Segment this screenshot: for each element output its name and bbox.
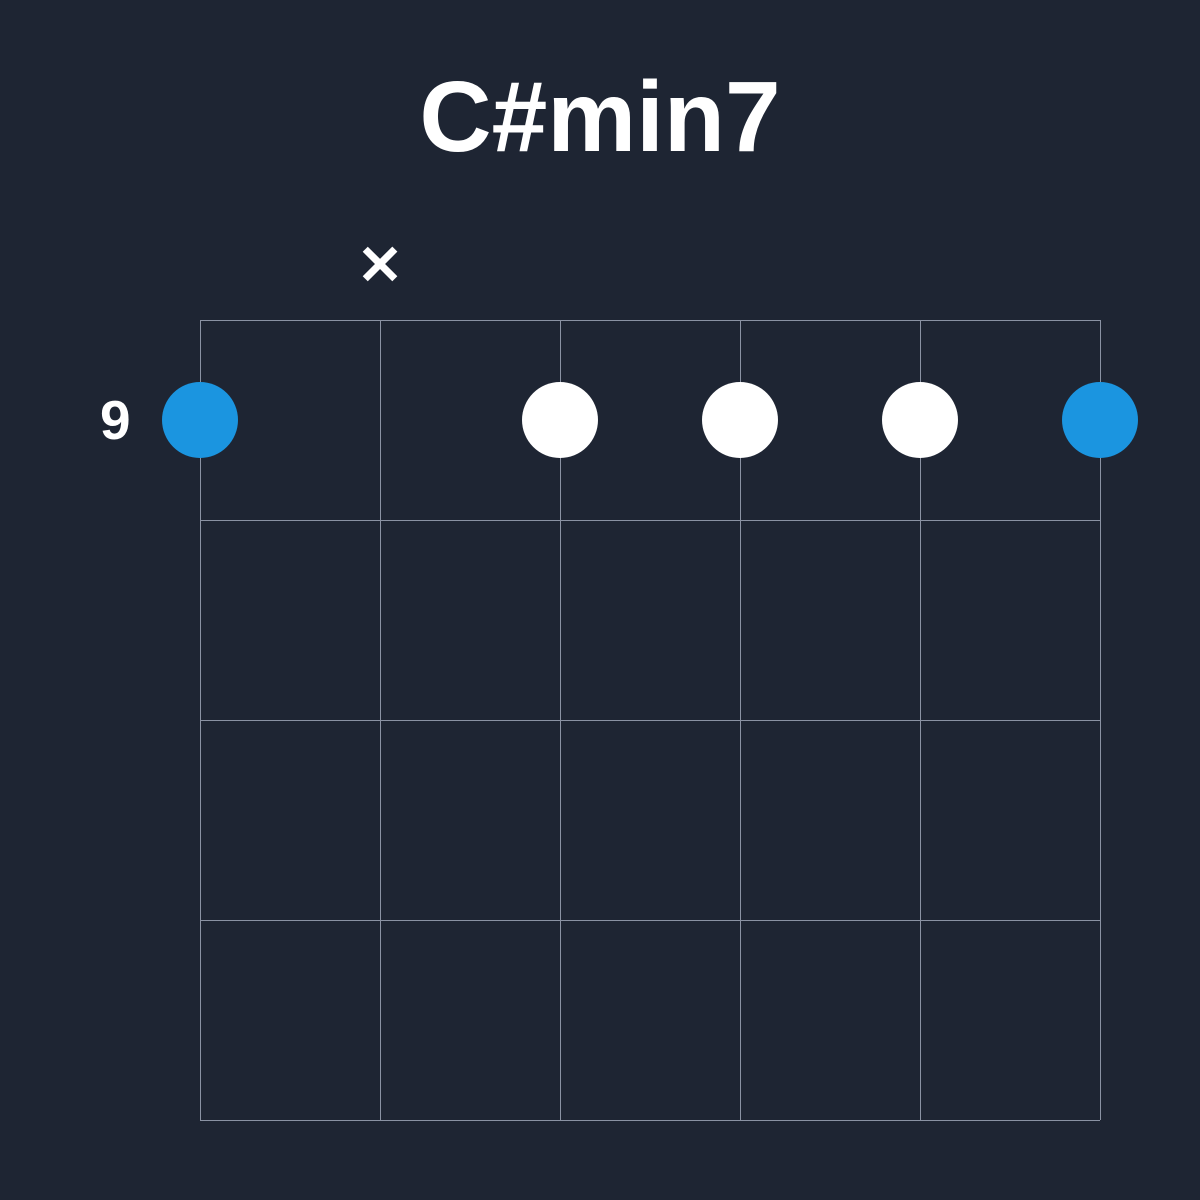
finger-dot (522, 382, 598, 458)
muted-string-icon: ✕ (357, 233, 403, 297)
chord-fretboard (200, 320, 1100, 1120)
fret-line (200, 320, 1100, 321)
fret-line (200, 520, 1100, 521)
starting-fret-label: 9 (100, 388, 131, 452)
chord-title: C#min7 (419, 60, 780, 175)
fret-line (200, 920, 1100, 921)
finger-dot (702, 382, 778, 458)
string-line (380, 320, 381, 1120)
fret-line (200, 720, 1100, 721)
finger-dot (1062, 382, 1138, 458)
finger-dot (162, 382, 238, 458)
fret-line (200, 1120, 1100, 1121)
finger-dot (882, 382, 958, 458)
